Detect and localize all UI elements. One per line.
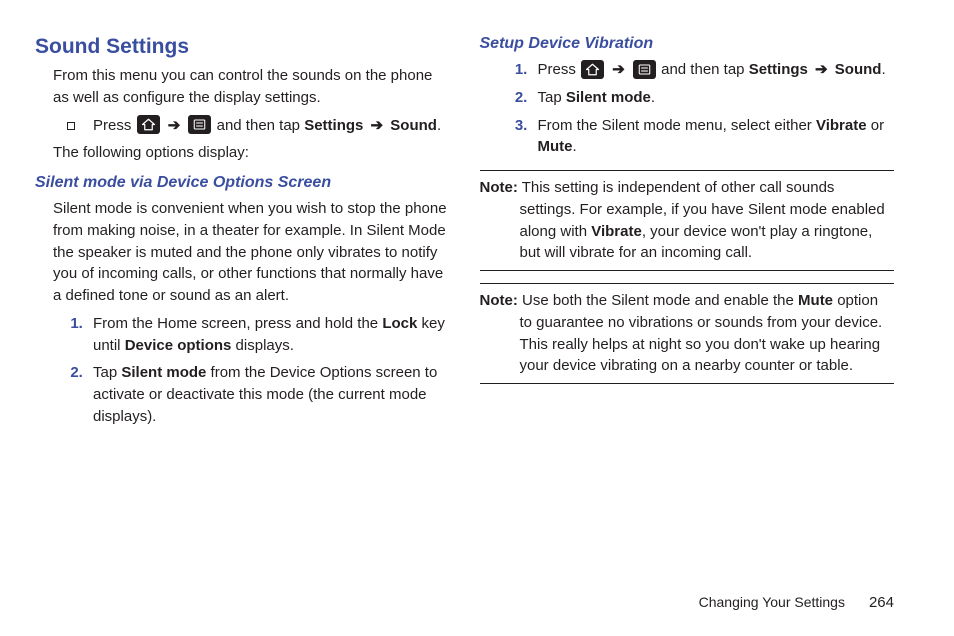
menu-key-icon xyxy=(633,60,656,79)
mute-label: Mute xyxy=(538,138,573,155)
note-label: Note: xyxy=(480,179,518,196)
text: . xyxy=(881,61,885,78)
page-footer: Changing Your Settings 264 xyxy=(35,574,894,611)
bullet-square-icon xyxy=(67,122,75,130)
silent-mode-label: Silent mode xyxy=(121,364,206,381)
setup-vibration-steps: Press ➔ and then tap Settings ➔ Sound. T… xyxy=(480,59,895,158)
chapter-title: Changing Your Settings xyxy=(699,594,845,610)
arrow-icon: ➔ xyxy=(168,117,185,134)
press-line-content: Press ➔ and then tap Settings ➔ Sound. xyxy=(93,115,450,137)
manual-page: Sound Settings From this menu you can co… xyxy=(0,0,954,636)
text: and then tap xyxy=(661,61,749,78)
intro-text: From this menu you can control the sound… xyxy=(35,65,450,109)
device-options-label: Device options xyxy=(125,337,232,354)
list-item: From the Home screen, press and hold the… xyxy=(87,313,450,357)
text: . xyxy=(437,117,441,134)
text: Use both the Silent mode and enable the xyxy=(518,292,798,309)
setup-vibration-heading: Setup Device Vibration xyxy=(480,35,895,53)
menu-key-icon xyxy=(188,115,211,134)
vibrate-label: Vibrate xyxy=(816,117,867,134)
sound-label: Sound xyxy=(390,117,437,134)
note-block-1: Note: This setting is independent of oth… xyxy=(480,170,895,271)
sound-settings-heading: Sound Settings xyxy=(35,35,450,59)
silent-mode-heading: Silent mode via Device Options Screen xyxy=(35,174,450,192)
note-body: Note: Use both the Silent mode and enabl… xyxy=(480,290,895,377)
text: From the Silent mode menu, select either xyxy=(538,117,816,134)
options-display-text: The following options display: xyxy=(35,142,450,164)
right-column: Setup Device Vibration Press ➔ and then … xyxy=(480,35,895,574)
arrow-icon: ➔ xyxy=(371,117,388,134)
arrow-icon: ➔ xyxy=(612,61,629,78)
text: Tap xyxy=(93,364,121,381)
silent-mode-steps: From the Home screen, press and hold the… xyxy=(35,313,450,428)
lock-label: Lock xyxy=(382,315,417,332)
arrow-icon: ➔ xyxy=(811,61,832,78)
text: and then tap xyxy=(217,117,305,134)
text: Press xyxy=(93,117,136,134)
sound-label: Sound xyxy=(835,61,882,78)
silent-mode-body: Silent mode is convenient when you wish … xyxy=(35,198,450,307)
silent-mode-label: Silent mode xyxy=(566,89,651,106)
home-key-icon xyxy=(137,115,160,134)
list-item: Tap Silent mode. xyxy=(532,87,895,109)
text: . xyxy=(573,138,577,155)
note-body: Note: This setting is independent of oth… xyxy=(480,177,895,264)
vibrate-label: Vibrate xyxy=(591,223,642,240)
left-column: Sound Settings From this menu you can co… xyxy=(35,35,450,574)
columns: Sound Settings From this menu you can co… xyxy=(35,35,894,574)
text: . xyxy=(651,89,655,106)
list-item: From the Silent mode menu, select either… xyxy=(532,115,895,159)
settings-label: Settings xyxy=(749,61,808,78)
text: Tap xyxy=(538,89,566,106)
note-block-2: Note: Use both the Silent mode and enabl… xyxy=(480,283,895,384)
page-number: 264 xyxy=(869,594,894,611)
text: From the Home screen, press and hold the xyxy=(93,315,382,332)
mute-label: Mute xyxy=(798,292,833,309)
text: or xyxy=(867,117,885,134)
home-key-icon xyxy=(581,60,604,79)
press-instruction: Press ➔ and then tap Settings ➔ Sound. xyxy=(35,115,450,137)
note-label: Note: xyxy=(480,292,518,309)
list-item: Tap Silent mode from the Device Options … xyxy=(87,362,450,427)
text: Press xyxy=(538,61,581,78)
settings-label: Settings xyxy=(304,117,363,134)
text: displays. xyxy=(231,337,294,354)
list-item: Press ➔ and then tap Settings ➔ Sound. xyxy=(532,59,895,81)
